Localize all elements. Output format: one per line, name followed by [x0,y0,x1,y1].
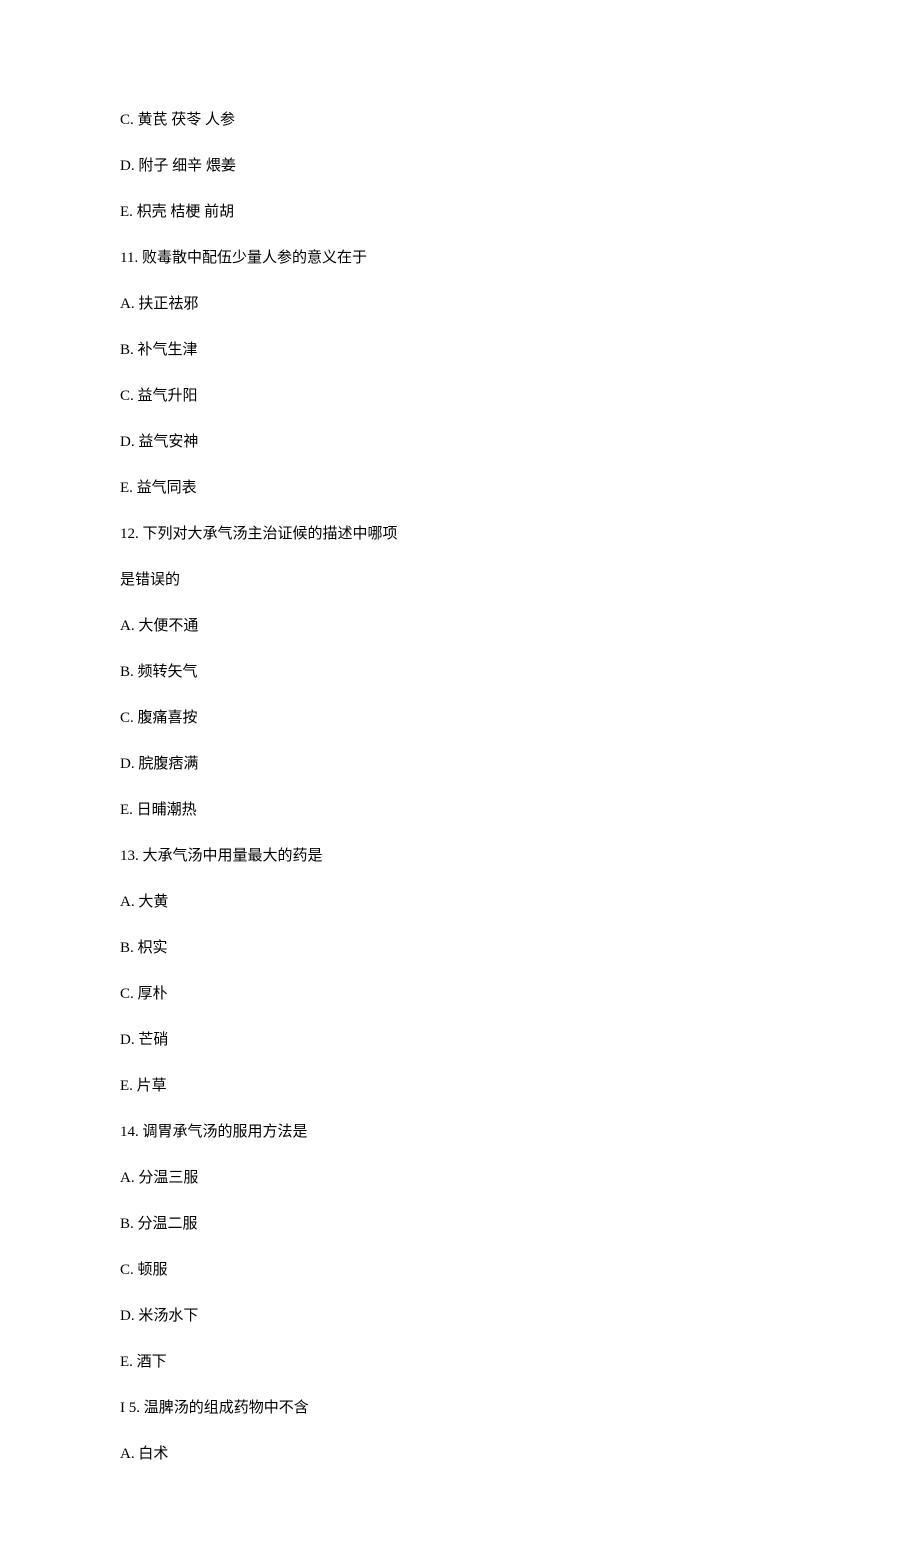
option-line: D. 芒硝 [120,1030,800,1051]
option-line: A. 扶正祛邪 [120,294,800,315]
option-line: E. 益气同表 [120,478,800,499]
question-continuation: 是错误的 [120,570,800,591]
option-line: B. 分温二服 [120,1214,800,1235]
option-line: C. 腹痛喜按 [120,708,800,729]
option-line: C. 厚朴 [120,984,800,1005]
question-line: 14. 调胃承气汤的服用方法是 [120,1122,800,1143]
option-line: C. 黄芪 茯苓 人参 [120,110,800,131]
option-line: A. 分温三服 [120,1168,800,1189]
option-line: E. 枳壳 桔梗 前胡 [120,202,800,223]
option-line: C. 益气升阳 [120,386,800,407]
option-line: D. 脘腹痞满 [120,754,800,775]
option-line: E. 酒下 [120,1352,800,1373]
option-line: B. 枳实 [120,938,800,959]
option-line: A. 大便不通 [120,616,800,637]
question-line: 11. 败毒散中配伍少量人参的意义在于 [120,248,800,269]
document-page: C. 黄芪 茯苓 人参 D. 附子 细辛 煨姜 E. 枳壳 桔梗 前胡 11. … [0,0,920,1550]
option-line: C. 顿服 [120,1260,800,1281]
option-line: D. 附子 细辛 煨姜 [120,156,800,177]
option-line: E. 片草 [120,1076,800,1097]
option-line: E. 日晡潮热 [120,800,800,821]
option-line: B. 频转矢气 [120,662,800,683]
option-line: A. 大黄 [120,892,800,913]
option-line: D. 米汤水下 [120,1306,800,1327]
question-line: I 5. 温脾汤的组成药物中不含 [120,1398,800,1419]
question-line: 12. 下列对大承气汤主治证候的描述中哪项 [120,524,800,545]
option-line: B. 补气生津 [120,340,800,361]
option-line: A. 白术 [120,1444,800,1465]
question-line: 13. 大承气汤中用量最大的药是 [120,846,800,867]
option-line: D. 益气安神 [120,432,800,453]
